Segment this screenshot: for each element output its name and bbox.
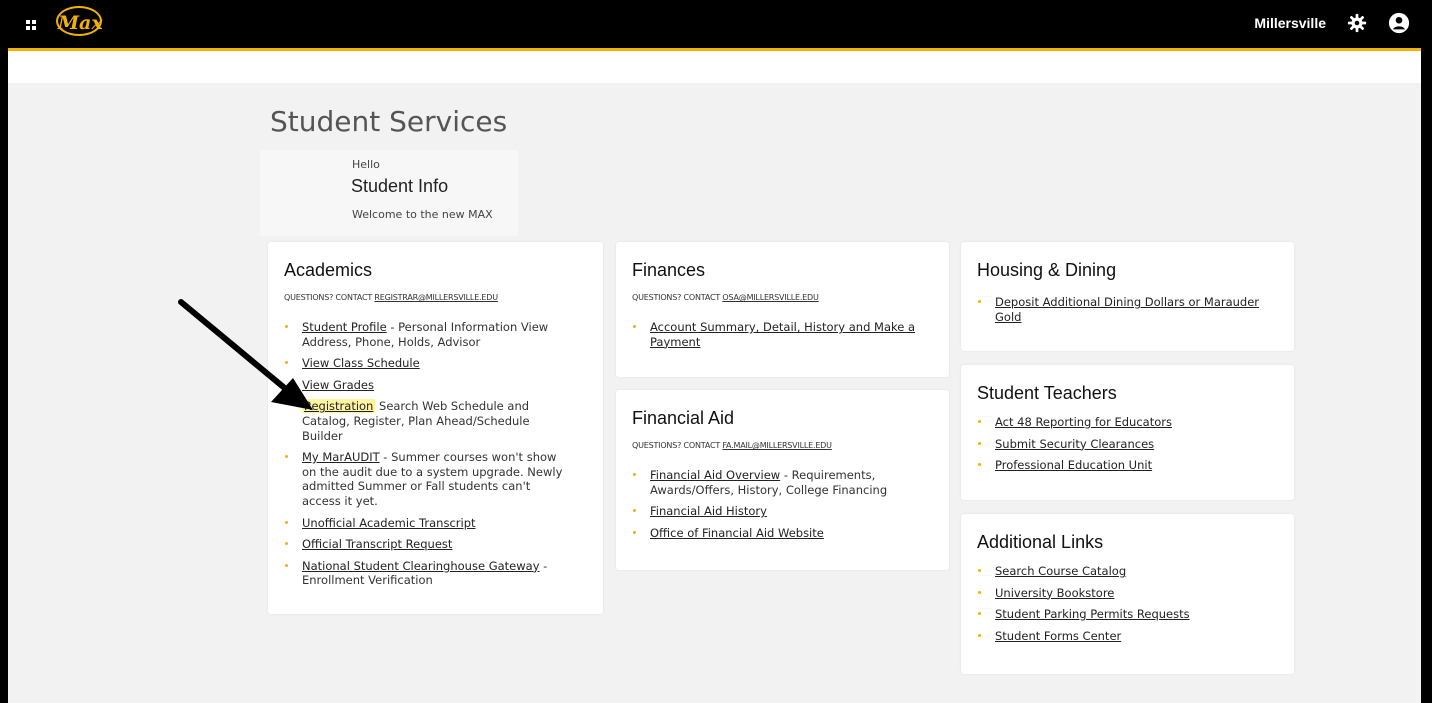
registrar-email-link[interactable]: REGISTRAR@MILLERSVILLE.EDU: [374, 293, 498, 302]
academics-contact: QUESTIONS? CONTACT REGISTRAR@MILLERSVILL…: [284, 293, 498, 302]
annotation-arrow-icon: [178, 299, 313, 410]
forms-center-link[interactable]: Student Forms Center: [995, 629, 1121, 643]
list-item: Student Parking Permits Requests: [978, 607, 1265, 622]
list-item: Act 48 Reporting for Educators: [978, 415, 1265, 430]
list-item: Search Course Catalog: [978, 564, 1265, 579]
accent-bar: [8, 48, 1421, 51]
finances-card: Finances QUESTIONS? CONTACT OSA@MILLERSV…: [616, 242, 949, 377]
hello-text: Hello: [352, 158, 380, 171]
financial-aid-links: Financial Aid Overview - Requirements, A…: [633, 468, 920, 547]
my-maraudit-link[interactable]: My MarAUDIT: [302, 450, 380, 464]
page-title: Student Services: [270, 105, 508, 138]
additional-links-card: Additional Links Search Course Catalog U…: [961, 514, 1294, 674]
academics-card: Academics QUESTIONS? CONTACT REGISTRAR@M…: [268, 242, 603, 614]
list-item: Office of Financial Aid Website: [633, 526, 920, 541]
student-teachers-card: Student Teachers Act 48 Reporting for Ed…: [961, 365, 1294, 500]
student-name: Student Info: [351, 176, 449, 196]
housing-dining-card: Housing & Dining Deposit Additional Dini…: [961, 242, 1294, 351]
list-item: Deposit Additional Dining Dollars or Mar…: [978, 295, 1265, 324]
list-item: Official Transcript Request: [285, 537, 572, 552]
act-48-link[interactable]: Act 48 Reporting for Educators: [995, 415, 1172, 429]
financial-aid-contact: QUESTIONS? CONTACT FA.MAIL@MILLERSVILLE.…: [632, 441, 832, 450]
welcome-text: Welcome to the new MAX: [352, 208, 493, 221]
financial-aid-card: Financial Aid QUESTIONS? CONTACT FA.MAIL…: [616, 390, 949, 570]
security-clearances-link[interactable]: Submit Security Clearances: [995, 437, 1154, 451]
fa-email-link[interactable]: FA.MAIL@MILLERSVILLE.EDU: [722, 441, 832, 450]
max-logo[interactable]: Max: [56, 6, 103, 36]
financial-aid-website-link[interactable]: Office of Financial Aid Website: [650, 526, 824, 540]
list-item: Registration Search Web Schedule and Cat…: [302, 399, 530, 443]
list-item: Unofficial Academic Transcript: [285, 516, 572, 531]
finances-title: Finances: [632, 260, 706, 280]
list-item: Financial Aid History: [633, 504, 920, 519]
official-transcript-link[interactable]: Official Transcript Request: [302, 537, 452, 551]
academics-title: Academics: [284, 260, 373, 280]
additional-links-title: Additional Links: [977, 532, 1104, 552]
additional-links-list: Search Course Catalog University Booksto…: [978, 564, 1265, 650]
list-item: Student Forms Center: [978, 629, 1265, 644]
gear-icon[interactable]: [1346, 12, 1368, 34]
financial-aid-overview-link[interactable]: Financial Aid Overview: [650, 468, 780, 482]
student-teachers-title: Student Teachers: [977, 383, 1117, 403]
unofficial-transcript-link[interactable]: Unofficial Academic Transcript: [302, 516, 476, 530]
student-teachers-links: Act 48 Reporting for Educators Submit Se…: [978, 415, 1265, 480]
greeting-card: Hello Student Info Welcome to the new MA…: [260, 150, 518, 236]
financial-aid-title: Financial Aid: [632, 408, 735, 428]
list-item: Financial Aid Overview - Requirements, A…: [633, 468, 920, 497]
osa-email-link[interactable]: OSA@MILLERSVILLE.EDU: [722, 293, 818, 302]
professional-education-link[interactable]: Professional Education Unit: [995, 458, 1152, 472]
list-item: My MarAUDIT - Summer courses won't show …: [285, 450, 572, 508]
top-navigation-bar: Max Millersville: [0, 0, 1432, 48]
view-class-schedule-link[interactable]: View Class Schedule: [302, 356, 420, 370]
institution-name[interactable]: Millersville: [1254, 15, 1326, 31]
bookstore-link[interactable]: University Bookstore: [995, 586, 1114, 600]
clearinghouse-link[interactable]: National Student Clearinghouse Gateway: [302, 559, 540, 573]
list-item: Account Summary, Detail, History and Mak…: [633, 320, 920, 349]
list-item: University Bookstore: [978, 586, 1265, 601]
user-icon[interactable]: [1388, 12, 1410, 34]
account-summary-link[interactable]: Account Summary, Detail, History and Mak…: [650, 320, 915, 349]
financial-aid-history-link[interactable]: Financial Aid History: [650, 504, 767, 518]
list-item: View Class Schedule: [285, 356, 572, 371]
list-item: National Student Clearinghouse Gateway -…: [285, 559, 572, 588]
dining-dollars-link[interactable]: Deposit Additional Dining Dollars or Mar…: [995, 295, 1259, 324]
course-catalog-link[interactable]: Search Course Catalog: [995, 564, 1126, 578]
finances-contact: QUESTIONS? CONTACT OSA@MILLERSVILLE.EDU: [632, 293, 819, 302]
housing-dining-title: Housing & Dining: [977, 260, 1117, 280]
finances-links: Account Summary, Detail, History and Mak…: [633, 320, 920, 356]
academics-links: Student Profile - Personal Information V…: [285, 320, 572, 595]
housing-links: Deposit Additional Dining Dollars or Mar…: [978, 295, 1265, 331]
list-item: Student Profile - Personal Information V…: [285, 320, 572, 349]
grid-menu-icon[interactable]: [26, 20, 38, 30]
parking-permits-link[interactable]: Student Parking Permits Requests: [995, 607, 1190, 621]
list-item: Professional Education Unit: [978, 458, 1265, 473]
list-item: Submit Security Clearances: [978, 437, 1265, 452]
list-item: View Grades: [302, 378, 572, 393]
